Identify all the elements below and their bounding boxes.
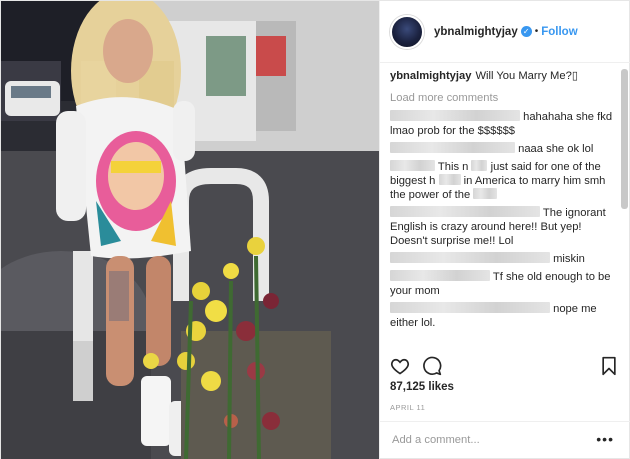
blurred-username[interactable]	[390, 302, 550, 313]
more-options-icon[interactable]: •••	[596, 431, 614, 447]
post-photo[interactable]	[1, 1, 379, 459]
post-header: ybnalmightyjay ✓ • Follow	[380, 1, 630, 63]
add-comment-bar: Add a comment... •••	[380, 421, 630, 459]
post-photo-image	[1, 1, 379, 459]
caption-text: Will You Marry Me?▯	[475, 70, 578, 82]
load-more-comments-button[interactable]: Load more comments	[390, 91, 616, 105]
comment: This n just said for one of the biggest …	[390, 160, 616, 202]
comment-text: miskin	[553, 253, 585, 265]
comment: hahahaha she fkd lmao prob for the $$$$$…	[390, 110, 616, 138]
header-separator: •	[534, 26, 539, 37]
comment: The ignorant English is crazy around her…	[390, 206, 616, 248]
bookmark-icon[interactable]	[600, 356, 618, 376]
comment-bubble-icon[interactable]	[422, 356, 442, 376]
comment-text-part: This n	[437, 161, 469, 173]
comment: naaa she ok lol	[390, 142, 616, 156]
post-side-panel: ybnalmightyjay ✓ • Follow ybnalmightyjay…	[379, 1, 630, 459]
comment: nope me either lol.	[390, 302, 616, 330]
header-username[interactable]: ybnalmightyjay	[434, 26, 518, 38]
post-date[interactable]: APRIL 11	[390, 403, 425, 412]
heart-icon[interactable]	[390, 356, 410, 376]
blurred-username[interactable]	[390, 110, 520, 121]
comments-list[interactable]: ybnalmightyjay Will You Marry Me?▯ Load m…	[390, 69, 616, 349]
instagram-post: ybnalmightyjay ✓ • Follow ybnalmightyjay…	[0, 0, 630, 459]
caption: ybnalmightyjay Will You Marry Me?▯	[390, 69, 616, 83]
comment: Tf she old enough to be your mom	[390, 270, 616, 298]
blurred-word	[438, 174, 461, 185]
blurred-word	[471, 160, 488, 171]
verified-badge-icon: ✓	[520, 26, 532, 37]
blurred-username[interactable]	[390, 270, 490, 281]
action-bar	[390, 356, 622, 378]
blurred-username[interactable]	[390, 206, 540, 217]
caption-username[interactable]: ybnalmightyjay	[390, 70, 471, 82]
comment-text: naaa she ok lol	[518, 143, 594, 155]
comments-scrollbar[interactable]	[621, 69, 628, 209]
blurred-username[interactable]	[390, 252, 550, 263]
add-comment-input[interactable]: Add a comment...	[392, 434, 480, 446]
comment: miskin	[390, 252, 616, 266]
avatar[interactable]	[390, 14, 424, 49]
blurred-username[interactable]	[390, 142, 515, 153]
blurred-username[interactable]	[390, 160, 435, 171]
blurred-word	[473, 188, 498, 199]
likes-count[interactable]: 87,125 likes	[390, 381, 454, 393]
follow-button[interactable]: Follow	[541, 26, 577, 38]
